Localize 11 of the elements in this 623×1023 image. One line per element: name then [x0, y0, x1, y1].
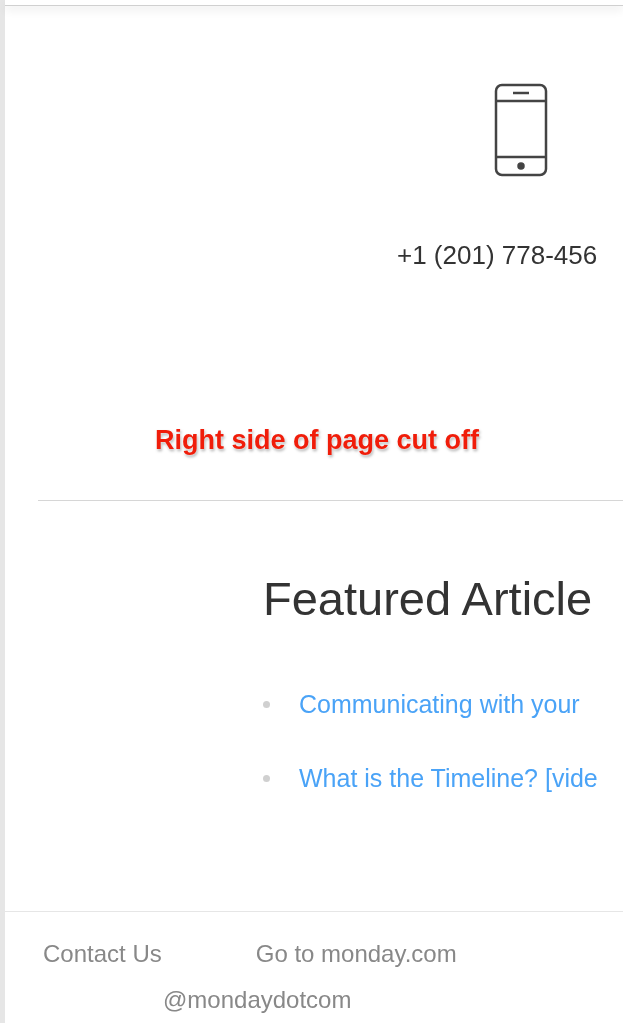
smartphone-icon — [494, 83, 548, 177]
social-link[interactable]: @mondaydotcom — [163, 982, 352, 1018]
article-link[interactable]: What is the Timeline? [vide — [299, 759, 598, 797]
footer-link[interactable]: Go to monday.com — [255, 936, 457, 972]
bullet-icon — [263, 701, 270, 709]
annotation-text: Right side of page cut off — [155, 424, 479, 457]
footer-link[interactable]: Contact Us — [43, 936, 162, 972]
phone-number: +1 (201) 778-456 — [397, 239, 598, 272]
article-link[interactable]: Communicating with your — [299, 686, 580, 724]
section-heading: Featured Article — [263, 571, 593, 627]
bullet-icon — [263, 774, 270, 782]
